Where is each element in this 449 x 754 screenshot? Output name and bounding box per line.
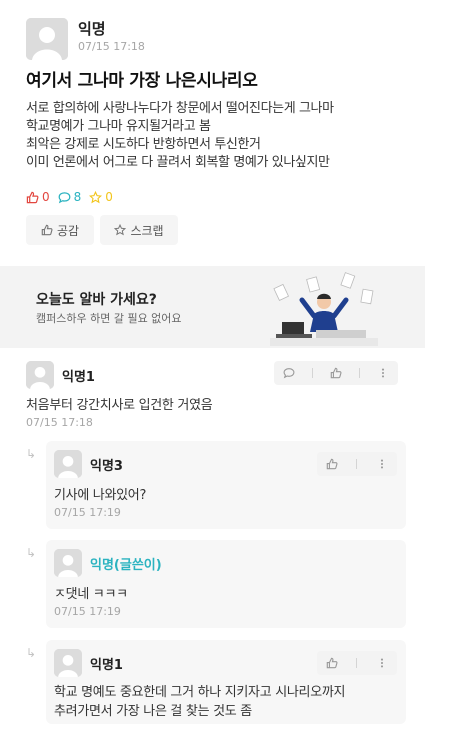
speech-bubble-icon	[58, 191, 71, 203]
comment-avatar	[54, 549, 82, 577]
post-time: 07/15 17:18	[78, 40, 145, 53]
thumbs-up-icon[interactable]	[326, 657, 338, 669]
reply-bubble-icon[interactable]	[283, 367, 295, 379]
comment-count-value: 8	[73, 190, 82, 204]
comment-author: 익명1	[62, 370, 95, 385]
like-button[interactable]: 공감	[26, 215, 94, 245]
scrap-count: 0	[89, 190, 113, 204]
comment-text: 추려가면서 가장 나은 걸 찾는 것도 좀	[54, 704, 252, 719]
comment-avatar	[54, 649, 82, 677]
comment-time: 07/15 17:18	[26, 416, 93, 429]
comment-text: 기사에 나와있어?	[54, 488, 147, 503]
more-vertical-icon[interactable]	[376, 458, 388, 470]
comment-text: 처음부터 강간치사로 입건한 거였음	[26, 398, 213, 413]
default-user-icon	[26, 18, 68, 60]
reply-arrow-icon: ↳	[26, 447, 37, 461]
ad-subtitle: 캠퍼스하우 하면 갈 필요 없어요	[36, 312, 182, 325]
comment-avatar	[26, 361, 54, 389]
comment-text: ㅈ댓네 ㅋㅋㅋ	[54, 587, 128, 602]
thumbs-up-icon	[26, 191, 39, 203]
comment-time: 07/15 17:19	[54, 605, 121, 618]
ad-illustration	[270, 272, 378, 346]
comment-actions	[274, 361, 398, 385]
scrap-count-value: 0	[105, 190, 113, 204]
comment-avatar	[54, 450, 82, 478]
like-count: 0	[26, 190, 50, 204]
more-vertical-icon[interactable]	[376, 657, 388, 669]
thumbs-up-icon[interactable]	[330, 367, 342, 379]
post-author-avatar	[26, 18, 68, 60]
star-icon	[89, 190, 103, 203]
comment-time: 07/15 17:19	[54, 506, 121, 519]
post-title: 여기서 그나마 가장 나은시나리오	[26, 71, 258, 91]
star-icon	[114, 224, 127, 236]
like-count-value: 0	[42, 190, 50, 204]
scrap-button[interactable]: 스크랩	[100, 215, 178, 245]
default-user-icon	[54, 549, 82, 577]
post-stats: 0 8 0	[26, 190, 113, 204]
default-user-icon	[54, 450, 82, 478]
default-user-icon	[54, 649, 82, 677]
more-vertical-icon[interactable]	[377, 367, 389, 379]
post-body: 서로 합의하에 사랑나누다가 창문에서 떨어진다는게 그나마 학교명예가 그나마…	[26, 100, 426, 172]
divider	[356, 459, 358, 469]
reply-arrow-icon: ↳	[26, 646, 37, 660]
thumbs-up-icon	[41, 224, 53, 236]
comment-author: 익명1	[90, 658, 123, 673]
divider	[359, 368, 361, 378]
like-button-label: 공감	[56, 223, 80, 238]
thumbs-up-icon[interactable]	[326, 458, 338, 470]
default-user-icon	[26, 361, 54, 389]
comment-actions	[317, 651, 397, 675]
comment-text: 학교 명예도 중요한데 그거 하나 지키자고 시나리오까지	[54, 685, 346, 700]
comment-count: 8	[58, 190, 82, 204]
comment-author-writer: 익명(글쓴이)	[90, 558, 162, 573]
post-body-line: 최악은 강제로 시도하다 반항하면서 투신한거	[26, 137, 261, 152]
post-body-line: 서로 합의하에 사랑나누다가 창문에서 떨어진다는게 그나마	[26, 101, 334, 116]
post-body-line: 이미 언론에서 어그로 다 끌려서 회복할 명예가 있나싶지만	[26, 155, 330, 170]
comment-author: 익명3	[90, 459, 123, 474]
ad-title: 오늘도 알바 가세요?	[36, 292, 157, 308]
post-body-line: 학교명예가 그나마 유지될거라고 봄	[26, 119, 211, 134]
divider	[311, 368, 313, 378]
scrap-button-label: 스크랩	[130, 223, 164, 238]
comment-actions	[317, 452, 397, 476]
reply-arrow-icon: ↳	[26, 546, 37, 560]
post-author: 익명	[78, 20, 106, 38]
divider	[356, 658, 358, 668]
